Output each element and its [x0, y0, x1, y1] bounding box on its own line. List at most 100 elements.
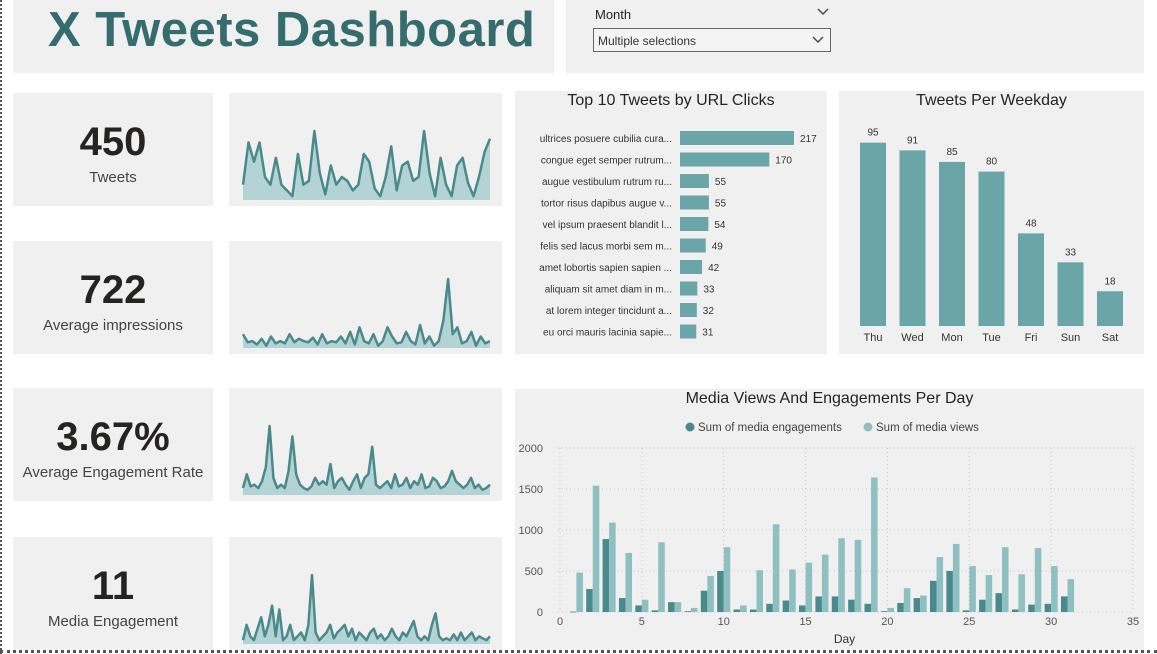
views-bar[interactable] — [740, 605, 747, 612]
views-bar[interactable] — [625, 552, 633, 612]
sparkline-tweets[interactable] — [229, 93, 502, 206]
data-label: 85 — [946, 147, 958, 158]
bar[interactable] — [680, 174, 709, 188]
engagement-bar[interactable] — [815, 596, 822, 612]
bar[interactable] — [680, 281, 698, 296]
bar[interactable] — [680, 217, 709, 231]
bottom-border — [0, 650, 1157, 653]
bar[interactable] — [1057, 262, 1084, 326]
views-bar[interactable] — [674, 602, 682, 612]
category-label: vel ipsum praesent blandit l... — [542, 220, 672, 231]
bar[interactable] — [978, 171, 1005, 326]
engagement-bar[interactable] — [733, 609, 741, 612]
legend-label[interactable]: Sum of media views — [876, 422, 979, 434]
views-bar[interactable] — [756, 570, 764, 612]
engagement-bar[interactable] — [962, 610, 970, 612]
bar[interactable] — [680, 260, 703, 274]
bar[interactable] — [680, 195, 709, 210]
engagement-bar[interactable] — [848, 599, 855, 612]
views-bar[interactable] — [1034, 548, 1042, 612]
views-bar[interactable] — [920, 595, 927, 612]
bar[interactable] — [680, 238, 706, 253]
month-slicer: Month Multiple selections — [566, 0, 1144, 73]
views-bar[interactable] — [805, 562, 813, 612]
bar[interactable] — [1018, 233, 1044, 326]
engagement-bar[interactable] — [782, 600, 790, 612]
bar[interactable] — [899, 150, 926, 326]
bar[interactable] — [680, 324, 697, 339]
engagement-bar[interactable] — [586, 589, 593, 612]
engagement-bar[interactable] — [1044, 603, 1052, 612]
sparkline-media-engagement[interactable] — [229, 537, 502, 650]
views-bar[interactable] — [871, 477, 878, 612]
views-bar[interactable] — [658, 542, 665, 612]
bar[interactable] — [939, 161, 965, 326]
views-bar[interactable] — [838, 538, 845, 612]
engagement-bar[interactable] — [880, 611, 888, 612]
views-bar[interactable] — [1067, 579, 1075, 612]
views-bar[interactable] — [952, 543, 960, 612]
views-bar[interactable] — [723, 547, 731, 612]
engagement-bar[interactable] — [897, 602, 904, 612]
engagement-bar[interactable] — [995, 593, 1003, 612]
engagement-bar[interactable] — [618, 598, 626, 612]
engagement-bar[interactable] — [1028, 604, 1035, 612]
views-bar[interactable] — [854, 539, 862, 612]
x-tick-label: 15 — [799, 616, 811, 628]
views-bar[interactable] — [969, 566, 976, 612]
y-tick-label: 2000 — [519, 443, 543, 455]
engagement-bar[interactable] — [864, 603, 872, 612]
views-bar[interactable] — [576, 572, 583, 612]
top-tweets-chart-panel[interactable]: Top 10 Tweets by URL Clicks ultrices pos… — [515, 91, 827, 354]
engagement-bar[interactable] — [831, 596, 839, 612]
engagement-bar[interactable] — [913, 598, 921, 612]
views-bar[interactable] — [985, 575, 993, 612]
engagement-bar[interactable] — [651, 610, 659, 612]
bar[interactable] — [680, 152, 770, 167]
kpi-label: Media Engagement — [47, 613, 179, 630]
bar[interactable] — [680, 303, 697, 317]
views-bar[interactable] — [592, 485, 600, 612]
category-label: amet lobortis sapien sapien ... — [539, 263, 672, 274]
engagement-bar[interactable] — [700, 590, 708, 612]
sparkline-impressions[interactable] — [229, 241, 502, 354]
engagement-bar[interactable] — [668, 602, 675, 612]
sparkline-engagement-rate[interactable] — [229, 388, 502, 501]
legend-label[interactable]: Sum of media engagements — [698, 422, 842, 434]
bar[interactable] — [680, 131, 794, 145]
engagement-bar[interactable] — [717, 571, 724, 612]
engagement-bar[interactable] — [929, 580, 937, 612]
slicer-label: Month — [595, 7, 632, 22]
engagement-bar[interactable] — [946, 571, 953, 612]
views-bar[interactable] — [1002, 547, 1009, 612]
views-bar[interactable] — [609, 522, 616, 612]
engagement-bar[interactable] — [766, 603, 773, 612]
views-bar[interactable] — [903, 588, 911, 612]
engagement-bar[interactable] — [1060, 596, 1068, 612]
engagement-bar[interactable] — [749, 609, 757, 612]
views-bar[interactable] — [772, 524, 780, 612]
bar[interactable] — [1097, 291, 1123, 326]
engagement-bar[interactable] — [602, 539, 610, 612]
views-bar[interactable] — [936, 557, 944, 612]
engagement-bar[interactable] — [569, 611, 577, 613]
views-bar[interactable] — [789, 569, 796, 612]
engagement-bar[interactable] — [1011, 609, 1019, 612]
media-chart-panel[interactable]: Media Views And Engagements Per Day Sum … — [515, 389, 1144, 650]
views-bar[interactable] — [1018, 574, 1025, 612]
weekday-chart-panel[interactable]: Tweets Per Weekday 95 Thu 91 Wed 85 Mon 80 Tue 4… — [839, 91, 1144, 354]
bar[interactable] — [860, 142, 886, 326]
views-bar[interactable] — [707, 575, 714, 612]
views-bar[interactable] — [690, 607, 698, 612]
engagement-bar[interactable] — [799, 605, 806, 612]
views-bar[interactable] — [1051, 566, 1058, 612]
engagement-bar[interactable] — [635, 605, 642, 612]
slicer-dropdown[interactable]: Multiple selections — [593, 28, 831, 52]
views-bar[interactable] — [887, 607, 894, 612]
engagement-bar[interactable] — [979, 599, 986, 612]
engagement-bar[interactable] — [684, 611, 691, 612]
kpi-value: 3.67% — [56, 415, 170, 459]
views-bar[interactable] — [641, 599, 649, 612]
chevron-down-icon[interactable] — [816, 5, 830, 19]
views-bar[interactable] — [821, 554, 829, 612]
